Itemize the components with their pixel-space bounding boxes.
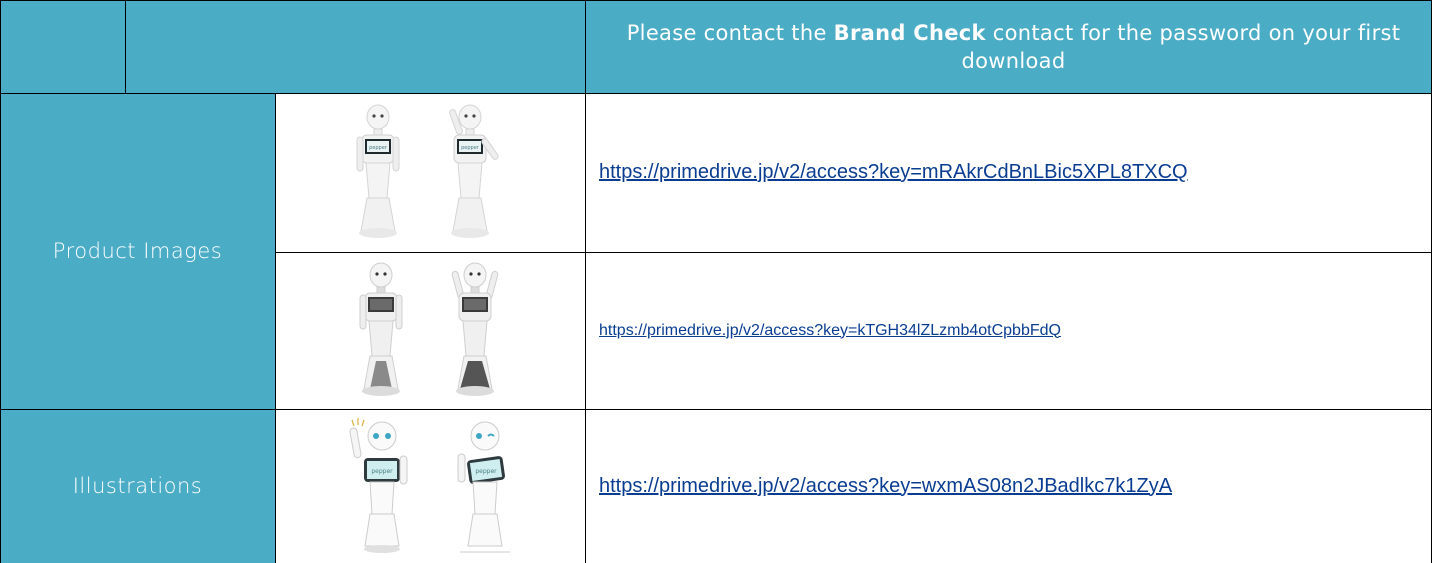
header-notice: Please contact the Brand Check contact f… [585, 0, 1432, 93]
svg-text:pepper: pepper [369, 145, 388, 151]
robot-black-posing-image [451, 262, 499, 396]
table-border-header-split [125, 0, 126, 93]
download-link-product-images-black[interactable]: https://primedrive.jp/v2/access?key=kTGH… [599, 322, 1061, 340]
table-border-row-1 [0, 93, 1432, 94]
robot-illustration-winking-image: pepper [457, 421, 510, 553]
table-border-left [0, 0, 1, 563]
header-notice-text: Please contact the Brand Check contact f… [626, 20, 1401, 73]
table-border-row-3 [0, 409, 1432, 410]
header-cell-blank-2 [125, 0, 585, 93]
svg-text:pepper: pepper [475, 468, 497, 475]
link-cell-product-images-black: https://primedrive.jp/v2/access?key=kTGH… [585, 252, 1432, 409]
product-image-black-robots [275, 252, 585, 409]
download-link-illustrations[interactable]: https://primedrive.jp/v2/access?key=wxmA… [599, 475, 1172, 498]
product-image-white-robots: pepper pepper [275, 93, 585, 252]
link-cell-product-images-white: https://primedrive.jp/v2/access?key=mRAk… [585, 93, 1432, 252]
svg-text:pepper: pepper [461, 145, 480, 151]
table-border-link-col [585, 0, 586, 563]
brand-check-bold: Brand Check [833, 20, 986, 45]
table-border-row-2 [275, 252, 1432, 253]
row-label-illustrations: Illustrations [0, 409, 275, 563]
robot-white-standing-image: pepper [356, 104, 400, 238]
robot-illustration-waving-image: pepper [349, 418, 408, 553]
svg-text:pepper: pepper [371, 468, 393, 475]
link-cell-illustrations: https://primedrive.jp/v2/access?key=wxmA… [585, 409, 1432, 563]
row-label-product-images: Product Images [0, 93, 275, 409]
download-link-product-images-white[interactable]: https://primedrive.jp/v2/access?key=mRAk… [599, 161, 1188, 184]
robot-white-waving-image: pepper [449, 104, 499, 238]
robot-black-standing-image [359, 262, 403, 396]
illustration-images: pepper pepper [275, 409, 585, 563]
table-border-top [0, 0, 1432, 1]
table-border-label-col [275, 93, 276, 563]
header-cell-blank-1 [0, 0, 125, 93]
